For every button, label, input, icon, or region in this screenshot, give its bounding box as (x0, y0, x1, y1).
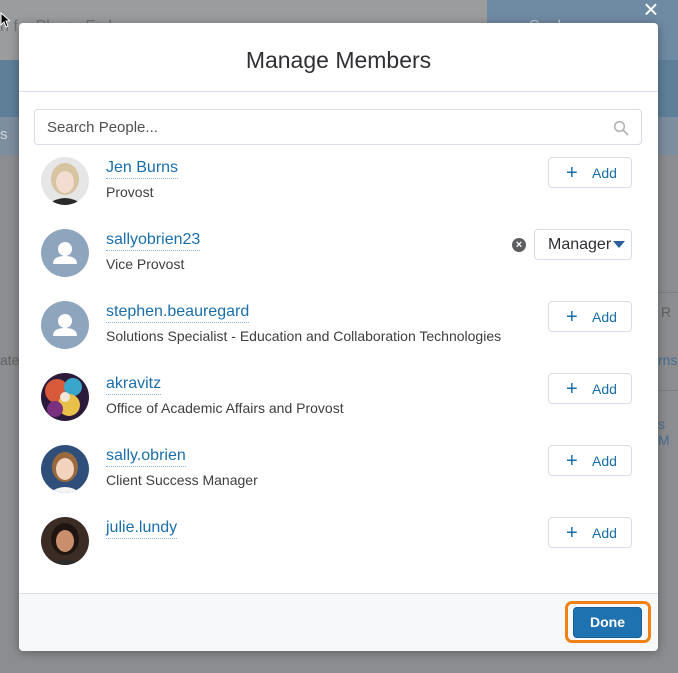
avatar (41, 445, 89, 493)
member-name-link[interactable]: Jen Burns (106, 159, 179, 179)
modal-title: Manage Members (245, 47, 432, 73)
plus-icon: + (566, 162, 578, 184)
add-member-button[interactable]: + Add (548, 157, 632, 188)
member-row: julie.lundy + Add (19, 517, 658, 577)
member-name-link[interactable]: julie.lundy (106, 519, 178, 539)
avatar (41, 301, 89, 349)
background-divider (658, 292, 678, 293)
add-label: Add (592, 453, 617, 469)
add-label: Add (592, 309, 617, 325)
remove-member-icon[interactable]: × (512, 238, 526, 252)
member-title: Client Success Manager (106, 472, 258, 488)
add-label: Add (592, 165, 617, 181)
plus-icon: + (566, 378, 578, 400)
member-row: akravitz Office of Academic Affairs and … (19, 373, 658, 433)
mouse-cursor-icon (0, 12, 10, 28)
add-member-button[interactable]: + Add (548, 445, 632, 476)
manage-members-modal: × Manage Members Jen Burns Provost + Add (19, 0, 659, 651)
role-dropdown[interactable]: Manager (534, 229, 632, 260)
add-label: Add (592, 525, 617, 541)
background-tab-label: s (0, 126, 8, 143)
member-name-link[interactable]: sally.obrien (106, 447, 186, 467)
member-name-link[interactable]: stephen.beauregard (106, 303, 250, 323)
member-row: sally.obrien Client Success Manager + Ad… (19, 445, 658, 505)
plus-icon: + (566, 306, 578, 328)
role-label: Manager (548, 236, 612, 253)
avatar (41, 517, 89, 565)
plus-icon: + (566, 522, 578, 544)
avatar (41, 157, 89, 205)
member-title: Solutions Specialist - Education and Col… (106, 328, 502, 344)
background-divider (658, 390, 678, 391)
modal-header: Manage Members (19, 23, 658, 92)
member-name-link[interactable]: akravitz (106, 375, 162, 395)
search-input[interactable] (35, 110, 607, 144)
search-icon (613, 120, 629, 136)
add-label: Add (592, 381, 617, 397)
close-icon[interactable]: × (639, 0, 663, 22)
add-member-button[interactable]: + Add (548, 517, 632, 548)
add-member-button[interactable]: + Add (548, 373, 632, 404)
avatar (41, 229, 89, 277)
member-row: stephen.beauregard Solutions Specialist … (19, 301, 658, 361)
search-box (34, 109, 642, 145)
member-row: sallyobrien23 Vice Provost × Manager (19, 229, 658, 289)
background-fragment: ate (0, 352, 20, 368)
background-fragment: R (661, 304, 672, 320)
member-row: Jen Burns Provost + Add (19, 157, 658, 217)
member-title: Provost (106, 184, 154, 200)
member-title: Vice Provost (106, 256, 185, 272)
avatar (41, 373, 89, 421)
member-name-link[interactable]: sallyobrien23 (106, 231, 201, 251)
modal-footer: Done (19, 593, 658, 651)
done-button[interactable]: Done (573, 607, 642, 638)
chevron-down-icon (613, 241, 625, 248)
member-title: Office of Academic Affairs and Provost (106, 400, 344, 416)
add-member-button[interactable]: + Add (548, 301, 632, 332)
background-fragment: s M (658, 416, 670, 448)
background-fragment: rns (658, 352, 678, 368)
plus-icon: + (566, 450, 578, 472)
